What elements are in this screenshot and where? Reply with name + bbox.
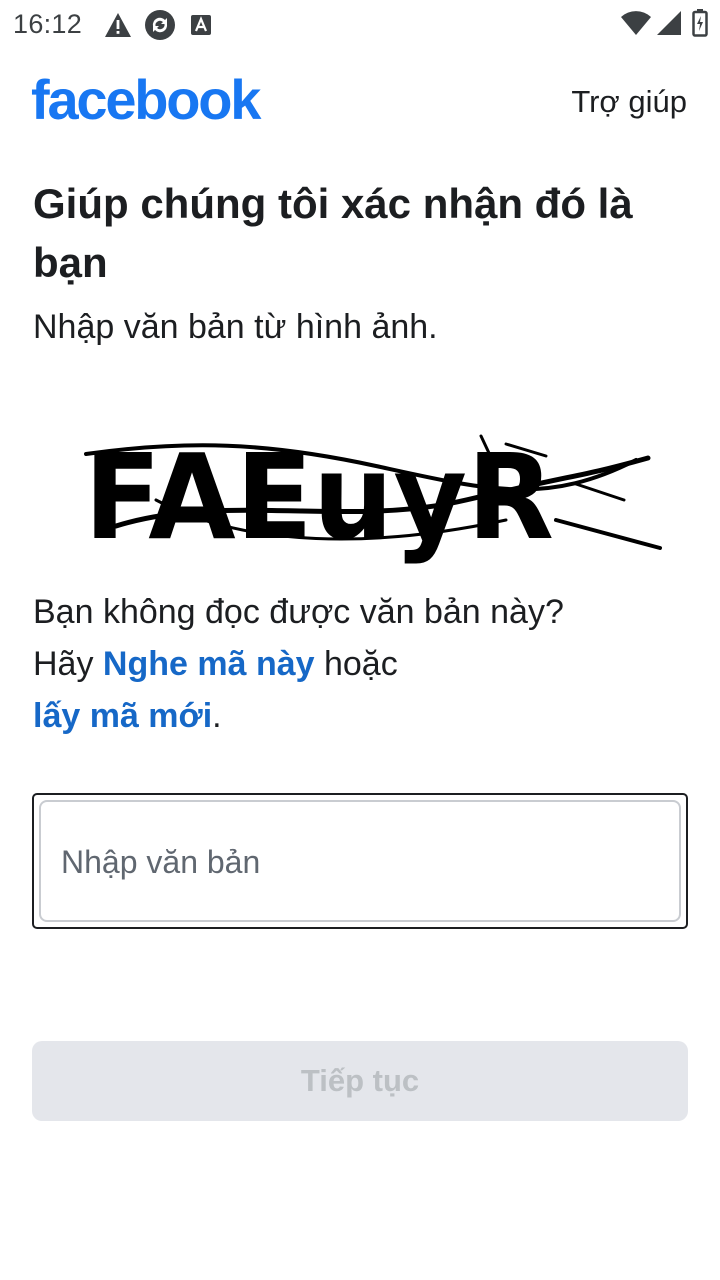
help-text-suffix: .: [212, 697, 222, 735]
font-icon: [190, 14, 212, 36]
status-time: 16:12: [13, 9, 83, 39]
help-link[interactable]: Trợ giúp: [571, 82, 687, 122]
captcha-input-wrapper: [32, 793, 688, 929]
help-text: Bạn không đọc được văn bản này? Hãy Nghe…: [33, 586, 593, 742]
page-subtitle: Nhập văn bản từ hình ảnh.: [33, 308, 438, 346]
listen-code-link[interactable]: Nghe mã này: [103, 645, 315, 683]
help-text-middle: hoặc: [314, 645, 398, 683]
wifi-icon: [620, 10, 652, 36]
system-icons: [620, 9, 708, 37]
captcha-screen: 16:12 facebook Trợ giúp Giúp chúng tôi x…: [0, 0, 720, 1280]
notification-icons: [104, 9, 212, 41]
continue-button[interactable]: Tiếp tục: [32, 1041, 688, 1121]
captcha-input[interactable]: [59, 802, 653, 922]
new-code-link[interactable]: lấy mã mới: [33, 697, 212, 735]
header: facebook Trợ giúp: [0, 60, 720, 140]
sync-icon: [144, 9, 176, 41]
status-bar: 16:12: [0, 0, 720, 48]
signal-icon: [656, 10, 682, 36]
facebook-logo: facebook: [31, 68, 261, 131]
warning-icon: [104, 12, 132, 38]
captcha-input-box: [39, 800, 681, 922]
battery-icon: [692, 9, 708, 37]
page-title: Giúp chúng tôi xác nhận đó là bạn: [33, 180, 633, 286]
captcha-image: FAEuyR: [76, 408, 676, 574]
